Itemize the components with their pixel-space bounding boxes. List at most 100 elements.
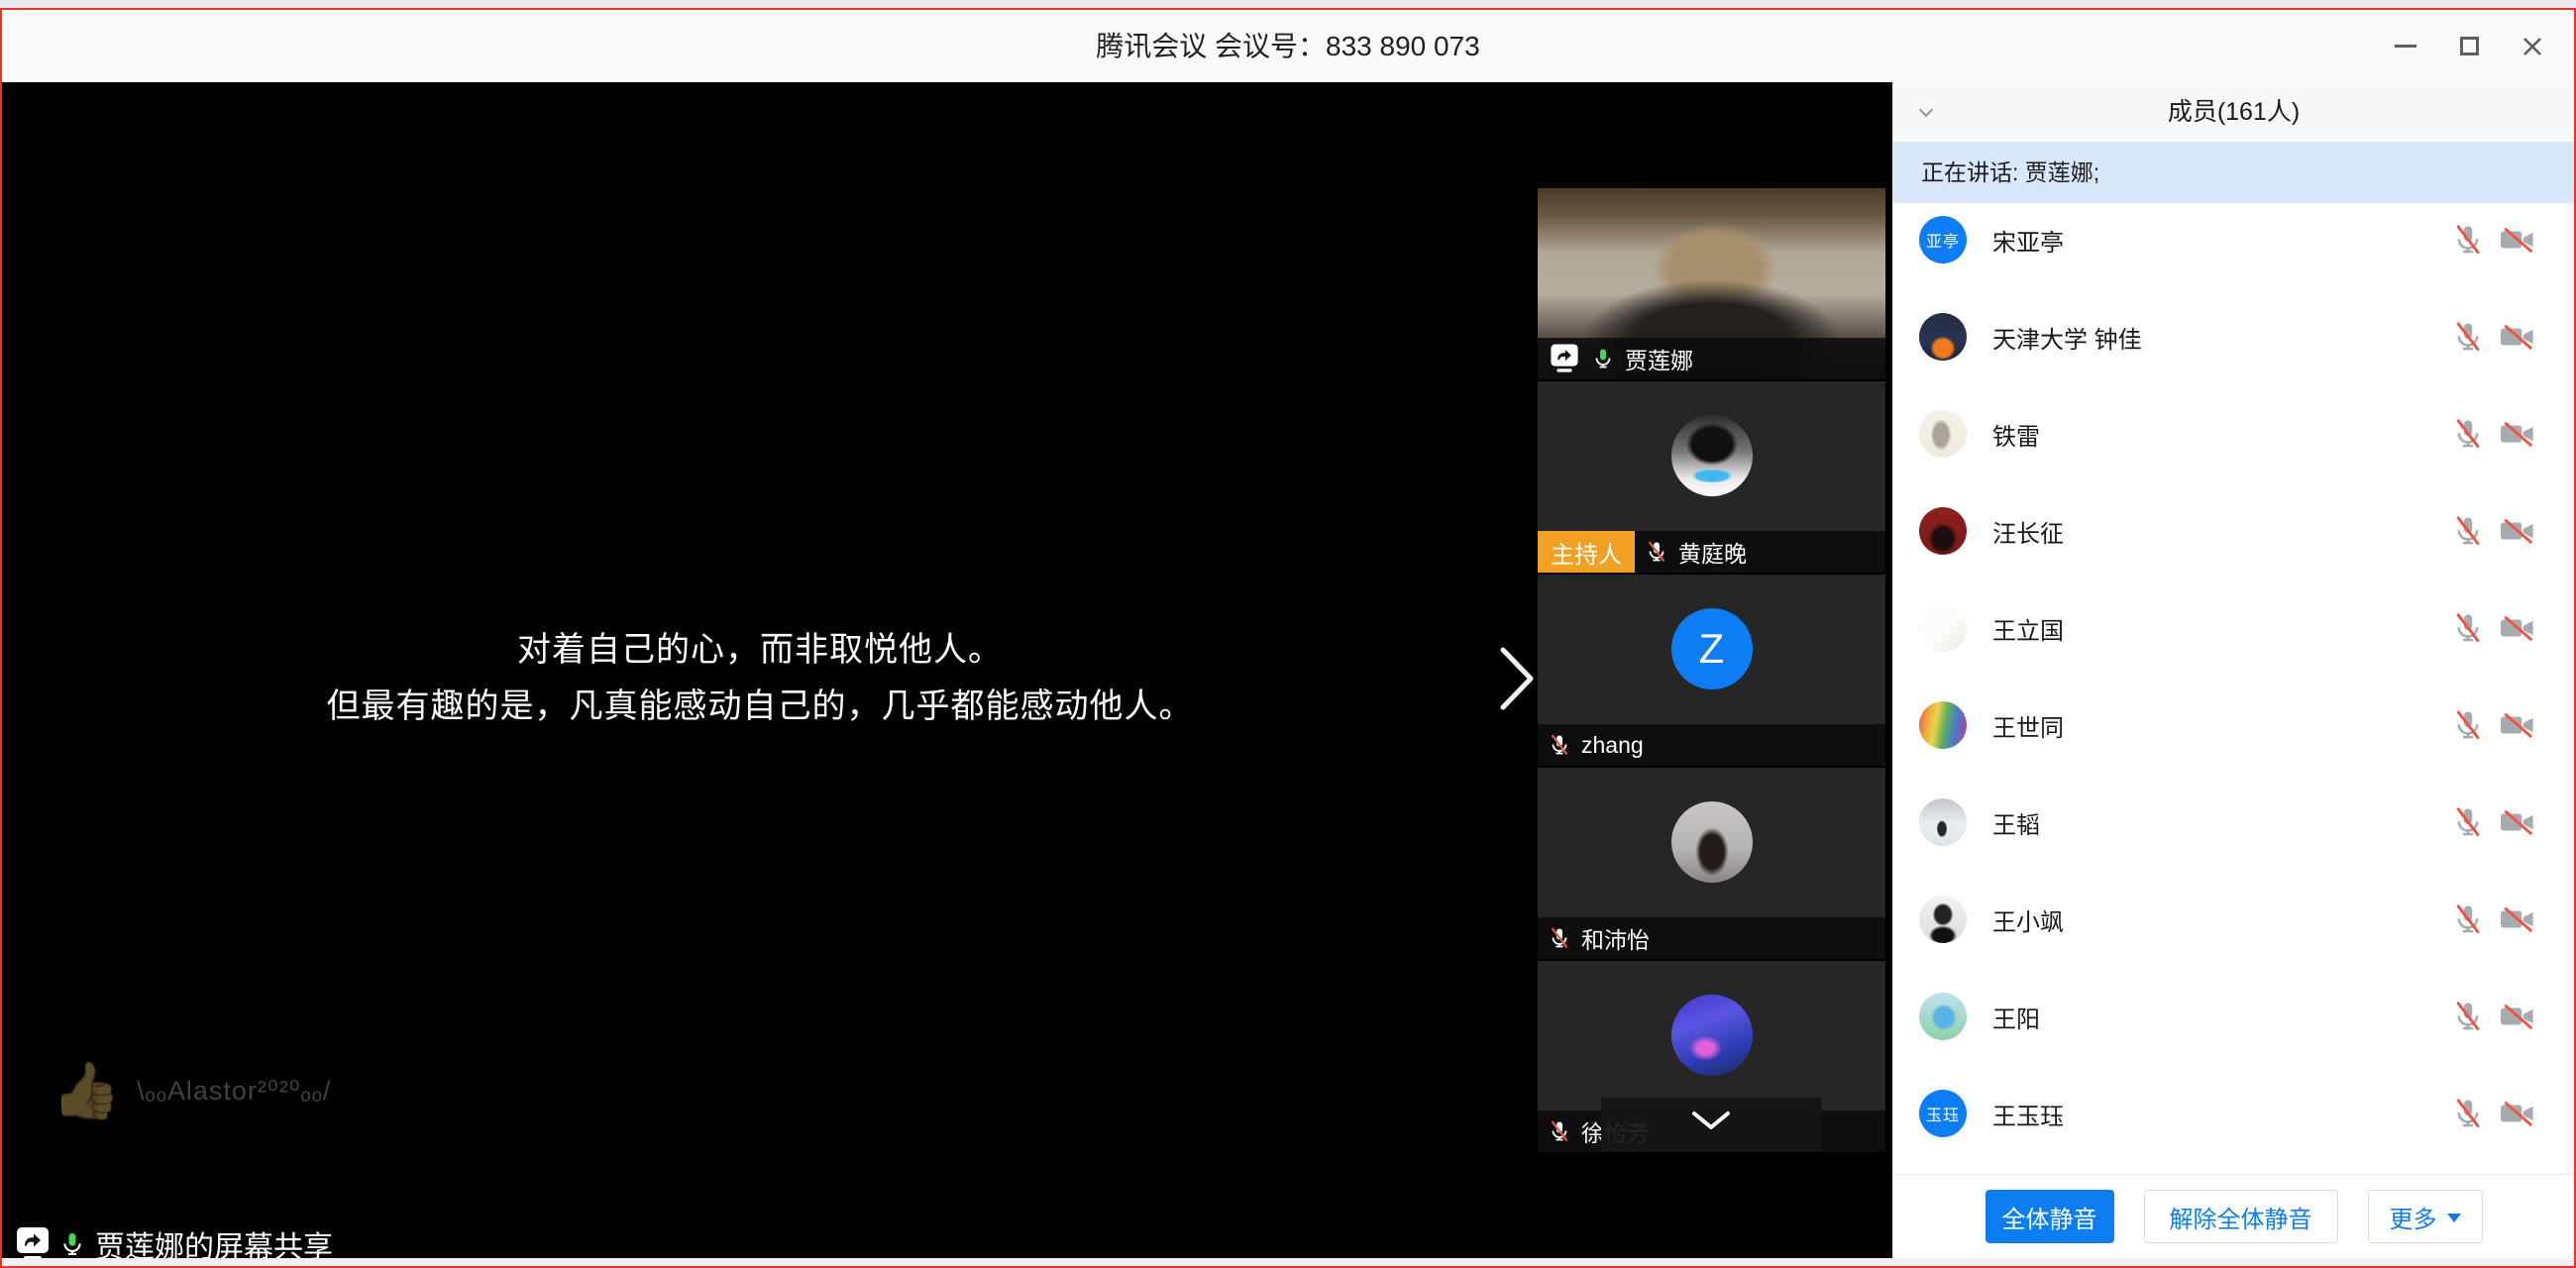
minimize-icon (2395, 45, 2416, 48)
members-scrollbar[interactable] (2566, 203, 2574, 1174)
member-row[interactable]: 王立国 (1893, 580, 2574, 677)
mic-muted-icon (1645, 538, 1668, 566)
camera-off-icon[interactable] (2497, 611, 2538, 645)
member-row[interactable]: 铁雷 (1893, 385, 2574, 482)
camera-off-icon[interactable] (2497, 708, 2538, 742)
member-row[interactable]: 王小飒 (1893, 871, 2574, 968)
member-row[interactable]: 王阳 (1893, 968, 2574, 1065)
speaking-banner: 正在讲话: 贾莲娜; (1893, 142, 2574, 203)
member-name: 王玉珏 (1992, 1097, 2064, 1131)
mic-muted-icon[interactable] (2451, 611, 2485, 645)
camera-off-icon[interactable] (2497, 902, 2538, 936)
host-badge: 主持人 (1538, 531, 1635, 573)
maximize-button[interactable] (2441, 19, 2497, 74)
camera-off-icon[interactable] (2497, 223, 2538, 257)
mic-muted-icon[interactable] (2451, 902, 2485, 936)
avatar (1919, 701, 1967, 749)
dropdown-caret-icon (2447, 1214, 2461, 1222)
thumbs-up-sticker: 👍 (52, 1058, 121, 1123)
avatar (1919, 896, 1967, 943)
camera-off-icon[interactable] (2497, 514, 2538, 548)
avatar-initial: Z (1671, 608, 1753, 689)
mic-on-icon (58, 1228, 86, 1258)
members-panel-title: 成员(161人) (1893, 82, 2574, 142)
mic-muted-icon (1548, 924, 1571, 952)
watermark: \ₒₒAlastor²⁰²⁰ₒₒ/ (137, 1076, 331, 1107)
avatar-initial-text: 亚亭 (1926, 228, 1960, 252)
mic-muted-icon (1548, 1117, 1571, 1145)
camera-off-icon[interactable] (2497, 320, 2538, 354)
member-name: 宋亚亭 (1992, 223, 2064, 258)
screen-share-status: 贾莲娜的屏幕共享 (16, 1224, 333, 1258)
unmute-all-button[interactable]: 解除全体静音 (2144, 1190, 2338, 1243)
shared-screen-area: 对着自己的心，而非取悦他人。 但最有趣的是，凡真能感动自己的，几乎都能感动他人。… (2, 82, 1892, 1258)
avatar (1671, 801, 1753, 883)
mute-all-label: 全体静音 (2002, 1200, 2097, 1234)
more-button[interactable]: 更多 (2368, 1190, 2483, 1243)
avatar (1919, 507, 1967, 555)
mic-muted-icon[interactable] (2451, 514, 2485, 548)
member-name: 王世同 (1992, 708, 2064, 743)
close-icon (2521, 35, 2544, 58)
slide-quote-line1: 对着自己的心，而非取悦他人。 (2, 622, 1518, 679)
titlebar: 腾讯会议 会议号：833 890 073 (2, 10, 2574, 82)
mic-muted-icon[interactable] (2451, 1097, 2485, 1130)
mute-all-button[interactable]: 全体静音 (1986, 1190, 2114, 1243)
participant-name: 贾莲娜 (1625, 342, 1693, 375)
screen-share-icon (1551, 345, 1579, 373)
avatar (1671, 995, 1753, 1076)
video-tile-host[interactable]: 主持人 黄庭晚 (1538, 381, 1885, 573)
tile-namebar: zhang (1538, 724, 1885, 766)
video-strip: 贾莲娜 主持人 黄庭晚 (1538, 188, 1885, 1154)
member-row[interactable]: 汪长征 (1893, 482, 2574, 580)
tile-namebar: 贾莲娜 (1538, 338, 1885, 379)
mic-muted-icon[interactable] (2451, 320, 2485, 354)
video-tile[interactable]: 徐怡芳 (1538, 961, 1885, 1152)
next-slide-arrow[interactable] (1499, 646, 1537, 716)
member-row[interactable]: 天津大学 钟佳 (1893, 288, 2574, 385)
member-name: 王韬 (1992, 805, 2040, 840)
window-title: 腾讯会议 会议号：833 890 073 (1096, 10, 1480, 82)
camera-off-icon[interactable] (2497, 1097, 2538, 1130)
unmute-all-label: 解除全体静音 (2170, 1200, 2312, 1234)
more-label: 更多 (2390, 1200, 2437, 1234)
member-name: 王立国 (1992, 611, 2064, 646)
chevron-down-icon (1913, 99, 1939, 125)
members-panel: 成员(161人) 正在讲话: 贾莲娜; 亚亭 宋亚亭 天津大学 钟佳 (1892, 82, 2574, 1258)
member-row[interactable]: 王世同 (1893, 677, 2574, 774)
chevron-down-icon (1688, 1110, 1734, 1131)
mic-muted-icon[interactable] (2451, 417, 2485, 451)
minimize-button[interactable] (2378, 19, 2433, 74)
collapse-strip-button[interactable] (1601, 1098, 1821, 1152)
close-button[interactable] (2505, 19, 2560, 74)
member-row[interactable]: 亚亭 宋亚亭 (1893, 203, 2574, 288)
screen-share-icon (16, 1227, 50, 1258)
mic-muted-icon[interactable] (2451, 708, 2485, 742)
camera-off-icon[interactable] (2497, 1000, 2538, 1033)
camera-off-icon[interactable] (2497, 417, 2538, 451)
tile-namebar: 和沛怡 (1538, 917, 1885, 959)
participant-name: 黄庭晚 (1678, 535, 1747, 569)
screen-share-status-text: 贾莲娜的屏幕共享 (95, 1222, 333, 1258)
participant-name: 和沛怡 (1581, 921, 1650, 955)
mic-muted-icon (1548, 731, 1571, 759)
camera-off-icon[interactable] (2497, 805, 2538, 839)
member-list: 亚亭 宋亚亭 天津大学 钟佳 铁雷 (1893, 203, 2574, 1174)
video-tile[interactable]: Z zhang (1538, 575, 1885, 766)
mic-muted-icon[interactable] (2451, 805, 2485, 839)
avatar-initial-text: Z (1699, 625, 1725, 673)
member-row[interactable]: 王韬 (1893, 774, 2574, 871)
video-tile[interactable]: 和沛怡 (1538, 768, 1885, 959)
window-controls (2378, 10, 2560, 82)
member-name: 王小飒 (1992, 902, 2064, 937)
video-tile-speaker[interactable]: 贾莲娜 (1538, 188, 1885, 379)
window-bottom-strip (2, 1258, 2574, 1266)
member-name: 王阳 (1992, 1000, 2040, 1034)
maximize-icon (2460, 37, 2479, 55)
panel-collapse-button[interactable] (1913, 99, 1939, 130)
mic-muted-icon[interactable] (2451, 1000, 2485, 1033)
member-row[interactable]: 玉珏 王玉珏 (1893, 1065, 2574, 1162)
mic-muted-icon[interactable] (2451, 223, 2485, 257)
avatar: 亚亭 (1919, 216, 1967, 264)
avatar (1919, 993, 1967, 1040)
